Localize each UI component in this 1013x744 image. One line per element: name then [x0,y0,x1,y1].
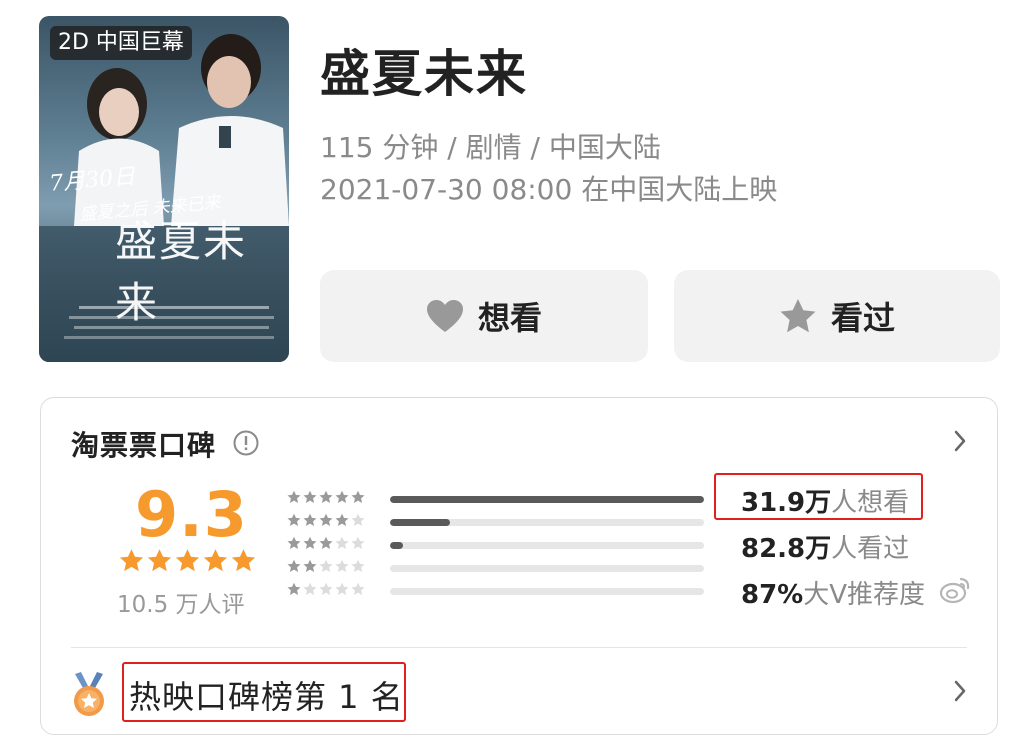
row-star-icon [351,490,365,503]
row-star-icon [319,513,333,526]
row-stars [287,490,365,504]
info-icon[interactable] [233,430,259,456]
score-star-icon [147,549,172,572]
poster-title-art: 盛夏未来 [115,217,248,327]
row-star-icon [287,513,301,526]
row-stars [287,536,365,550]
row-star-icon [335,582,349,595]
row-star-icon [303,582,317,595]
row-star-icon [287,582,301,595]
seen-count-text: 人看过 [831,534,910,564]
row-star-icon [303,513,317,526]
distribution-bar-fill [390,519,450,526]
recommend-number: 87% [741,580,804,610]
row-star-icon [335,490,349,503]
movie-title: 盛夏未来 [320,45,528,103]
distribution-bar-track [390,588,704,595]
rating-count: 10.5 万人评 [117,592,245,618]
rating-card-title: 淘票票口碑 [71,429,217,462]
row-star-icon [335,536,349,549]
ranking-highlight [122,662,406,722]
row-star-icon [287,490,301,503]
movie-poster[interactable]: 7月30日 盛夏之后 未来已来 盛夏未来 2D 中国巨幕 [39,16,289,362]
want-to-watch-label: 想看 [477,299,542,337]
row-star-icon [335,559,349,572]
star-icon [780,299,816,333]
score-star-icon [203,549,228,572]
row-stars [287,582,365,596]
row-stars [287,559,365,573]
recommend-text: 大V推荐度 [803,580,926,610]
score-star-icon [119,549,144,572]
chevron-right-icon[interactable] [953,430,967,452]
row-star-icon [351,559,365,572]
row-star-icon [303,559,317,572]
row-star-icon [303,490,317,503]
distribution-bar-track [390,496,704,503]
release-info: 2021-07-30 08:00 在中国大陆上映 [320,173,778,206]
want-count-highlight [714,473,923,520]
seen-count-stat: 82.8万人看过 [741,528,909,565]
row-star-icon [319,559,333,572]
row-stars [287,513,365,527]
score-stars [119,548,256,573]
chevron-right-icon[interactable] [953,680,967,702]
row-star-icon [351,513,365,526]
rating-score: 9.3 [135,478,248,551]
row-star-icon [319,582,333,595]
row-star-icon [287,536,301,549]
score-star-icon [175,549,200,572]
distribution-bar-track [390,565,704,572]
distribution-bar-track [390,542,704,549]
recommend-stat: 87%大V推荐度 [741,574,925,611]
heart-icon [426,300,463,332]
movie-meta: 115 分钟 / 剧情 / 中国大陆 [320,131,661,164]
seen-count-number: 82.8万 [741,534,832,564]
row-star-icon [351,582,365,595]
format-badge: 2D 中国巨幕 [50,26,192,60]
row-star-icon [319,536,333,549]
distribution-bar-fill [390,542,403,549]
watched-button[interactable]: 看过 [674,270,1000,362]
medal-icon [74,672,104,716]
rating-card[interactable]: 淘票票口碑 9.3 10.5 万人评 31.9万人想看 82.8万人看过 87%… [40,397,998,735]
row-star-icon [335,513,349,526]
card-divider [71,647,967,648]
row-star-icon [303,536,317,549]
distribution-bar-fill [390,496,704,503]
row-star-icon [319,490,333,503]
watched-label: 看过 [830,299,895,337]
row-star-icon [351,536,365,549]
row-star-icon [287,559,301,572]
weibo-icon [939,577,970,604]
score-star-icon [231,549,256,572]
distribution-bar-track [390,519,704,526]
want-to-watch-button[interactable]: 想看 [320,270,648,362]
